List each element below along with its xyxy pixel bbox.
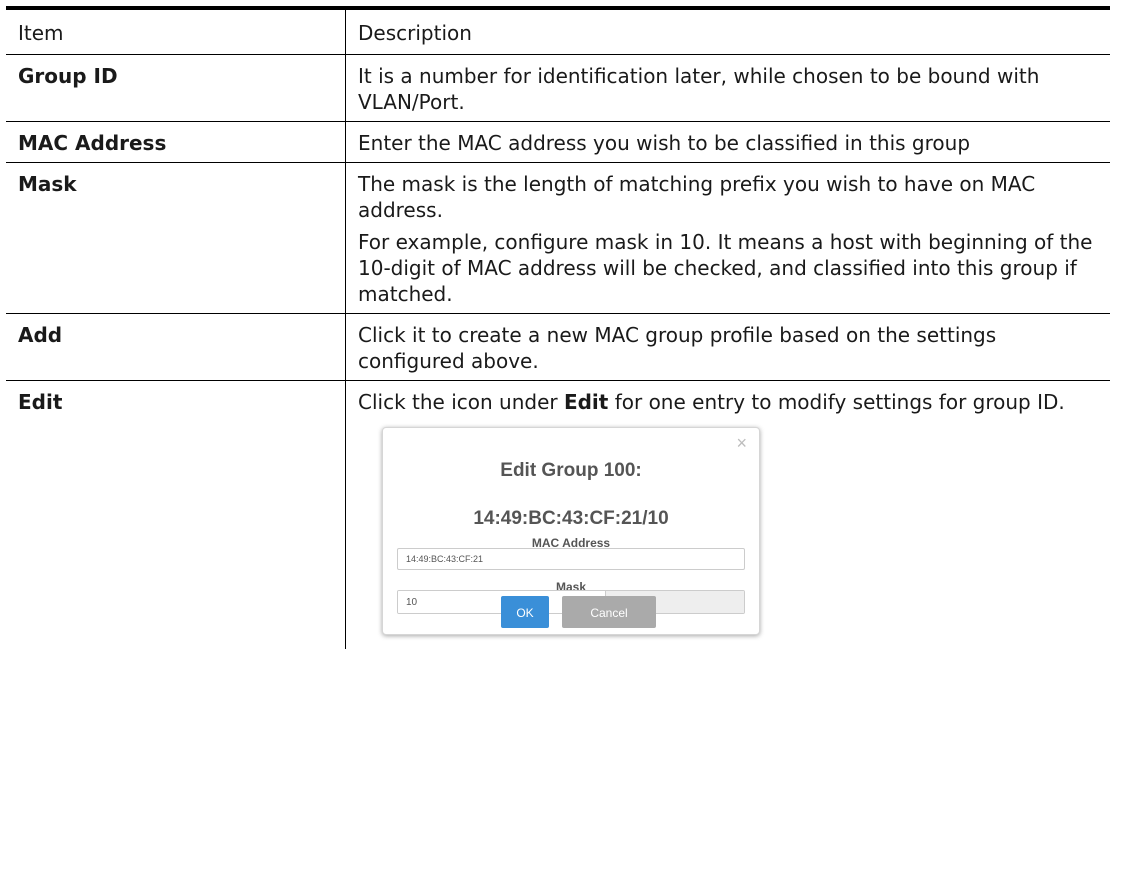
dialog-title: Edit Group 100: — [500, 460, 642, 481]
column-header-item: Item — [6, 10, 346, 54]
description-add: Click it to create a new MAC group profi… — [346, 314, 1110, 380]
description-edit: Click the icon under Edit for one entry … — [346, 381, 1110, 649]
table-header-row: Item Description — [6, 10, 1110, 55]
description-text-before: Click the icon under — [358, 390, 564, 414]
description-text-bold: Edit — [563, 390, 609, 414]
table-row-edit: Edit Click the icon under Edit for one e… — [6, 381, 1110, 649]
description-text: Click it to create a new MAC group profi… — [358, 323, 997, 373]
item-mac-address: MAC Address — [6, 122, 346, 162]
description-mask: The mask is the length of matching prefi… — [346, 163, 1110, 313]
item-edit: Edit — [6, 381, 346, 649]
description-table: Item Description Group ID It is a number… — [6, 6, 1110, 649]
mask-input-group: (9 - 48) — [397, 590, 745, 614]
description-mac-address: Enter the MAC address you wish to be cla… — [346, 122, 1110, 162]
item-add: Add — [6, 314, 346, 380]
item-group-id: Group ID — [6, 55, 346, 121]
description-text: Click the icon under Edit for one entry … — [358, 389, 1100, 415]
mac-address-input[interactable] — [397, 548, 745, 570]
description-text: The mask is the length of matching prefi… — [358, 172, 1036, 222]
table-row-mask: Mask The mask is the length of matching … — [6, 163, 1110, 314]
description-text: Enter the MAC address you wish to be cla… — [358, 131, 971, 155]
column-header-description: Description — [358, 21, 472, 45]
description-text-after: for one entry to modify settings for gro… — [608, 390, 1065, 414]
description-example-text: For example, configure mask in 10. It me… — [358, 230, 1093, 306]
mask-input[interactable] — [398, 591, 606, 613]
table-row-add: Add Click it to create a new MAC group p… — [6, 314, 1110, 381]
item-mask: Mask — [6, 163, 346, 313]
description-group-id: It is a number for identification later,… — [346, 55, 1110, 121]
dialog-subtitle: 14:49:BC:43:CF:21/10 — [473, 508, 669, 529]
description-text: It is a number for identification later,… — [358, 64, 1040, 114]
close-icon[interactable]: × — [736, 434, 747, 452]
edit-group-dialog: × Edit Group 100: 14:49:BC:43:CF:21/10 M… — [382, 427, 760, 635]
table-row-mac-address: MAC Address Enter the MAC address you wi… — [6, 122, 1110, 163]
mask-range-addon: (9 - 48) — [606, 591, 744, 613]
table-row-group-id: Group ID It is a number for identificati… — [6, 55, 1110, 122]
